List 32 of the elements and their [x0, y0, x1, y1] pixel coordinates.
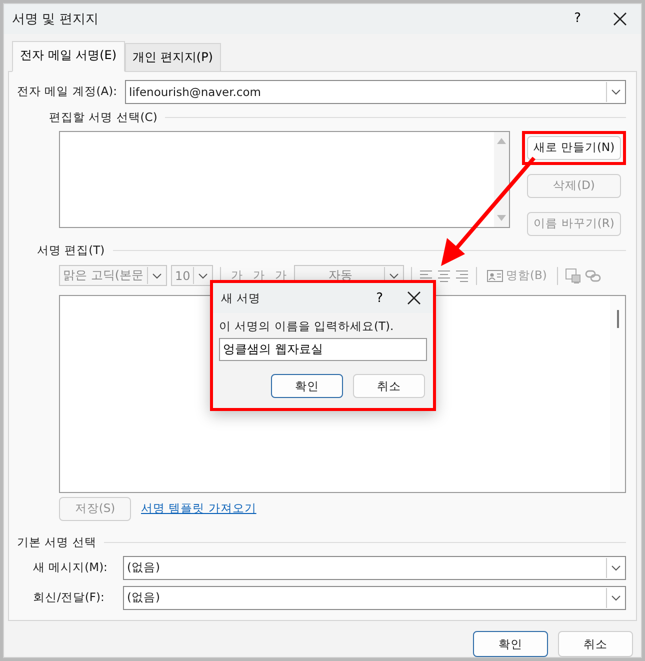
cancel-button[interactable]: 취소	[558, 631, 633, 657]
field-label: 회신/전달(F):	[33, 590, 106, 606]
dialog-title: 새 서명	[221, 290, 261, 306]
picture-icon[interactable]	[564, 268, 581, 284]
align-icon[interactable]	[455, 268, 469, 283]
align-icon[interactable]	[437, 268, 451, 283]
window-title: 서명 및 편지지	[12, 10, 98, 28]
help-button[interactable]: ?	[370, 290, 389, 306]
signature-dropdown[interactable]: (없음)	[123, 586, 626, 610]
close-icon[interactable]	[613, 12, 627, 26]
signature-list[interactable]	[59, 130, 510, 228]
help-button[interactable]: ?	[568, 11, 587, 26]
tab[interactable]: 개인 편지지(P)	[124, 42, 221, 72]
ok-button[interactable]: 확인	[473, 631, 548, 657]
contact-card-icon	[487, 270, 503, 282]
section-heading: 편집할 서명 선택(C)	[49, 110, 158, 125]
signature-dropdown[interactable]: (없음)	[123, 556, 626, 580]
field-label: 새 메시지(M):	[33, 560, 108, 576]
account-dropdown[interactable]: lifenourish@naver.com	[125, 80, 626, 104]
signature-button[interactable]: 새로 만들기(N)	[527, 136, 621, 160]
scrollbar[interactable]	[610, 296, 625, 492]
close-icon[interactable]	[407, 291, 421, 305]
name-input[interactable]: 엉클샘의 웹자료실	[219, 338, 427, 361]
prompt-text: 이 서명의 이름을 입력하세요(T).	[219, 319, 395, 334]
field-label: 전자 메일 계정(A):	[17, 84, 118, 100]
ok-button[interactable]: 확인	[271, 374, 343, 398]
link-icon[interactable]	[584, 268, 601, 284]
section-heading: 기본 서명 선택	[17, 534, 96, 550]
template-link[interactable]: 서명 템플릿 가져오기	[141, 501, 256, 516]
cancel-button[interactable]: 취소	[353, 374, 425, 398]
section-heading: 서명 편집(T)	[37, 242, 105, 258]
tab[interactable]: 전자 메일 서명(E)	[12, 40, 125, 72]
